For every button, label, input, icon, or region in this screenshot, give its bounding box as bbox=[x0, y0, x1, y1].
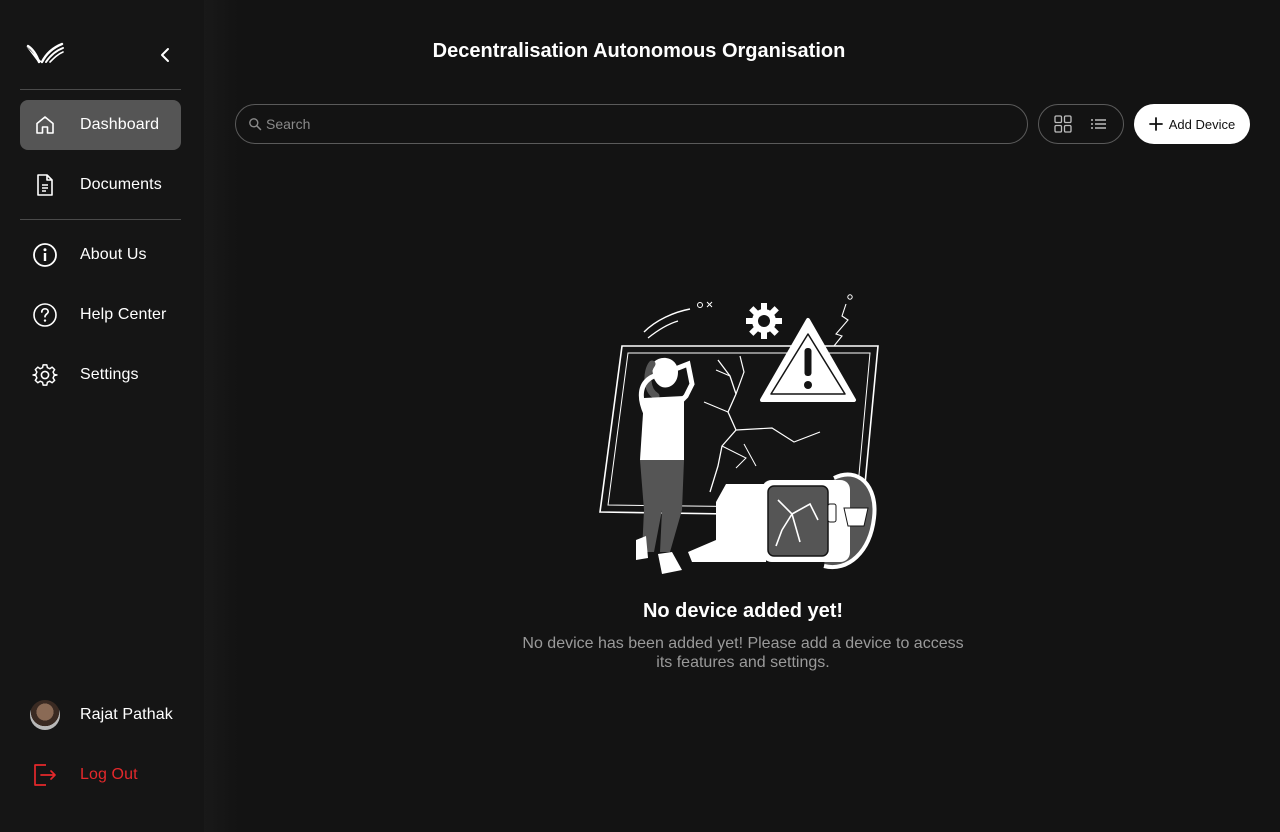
sidebar-divider bbox=[20, 89, 181, 90]
search-icon bbox=[249, 118, 262, 131]
sidebar-shadow bbox=[204, 0, 238, 832]
list-view-button[interactable] bbox=[1084, 109, 1114, 139]
add-device-button[interactable]: Add Device bbox=[1134, 104, 1250, 144]
sidebar-divider bbox=[20, 219, 181, 220]
plus-icon bbox=[1148, 117, 1163, 131]
logout-icon bbox=[32, 762, 58, 788]
avatar bbox=[30, 700, 60, 730]
sidebar-item-help-center[interactable]: Help Center bbox=[20, 290, 181, 340]
sidebar-item-dashboard[interactable]: Dashboard bbox=[20, 100, 181, 150]
sidebar-item-label: About Us bbox=[80, 246, 147, 263]
sidebar-item-label: Documents bbox=[80, 176, 162, 193]
broken-device-illustration bbox=[599, 294, 879, 574]
logo-wings-icon bbox=[26, 42, 64, 64]
empty-state-description: No device has been added yet! Please add… bbox=[522, 635, 964, 671]
sidebar-item-documents[interactable]: Documents bbox=[20, 160, 181, 210]
sidebar-item-label: Settings bbox=[80, 366, 139, 383]
sidebar: Dashboard Documents About Us Help Center… bbox=[0, 0, 204, 832]
page-title: Decentralisation Autonomous Organisation bbox=[432, 40, 846, 62]
document-icon bbox=[32, 172, 58, 198]
collapse-sidebar-button[interactable] bbox=[154, 44, 176, 66]
sidebar-item-label: Help Center bbox=[80, 306, 167, 323]
logout-label: Log Out bbox=[80, 766, 138, 783]
grid-icon bbox=[1054, 115, 1072, 133]
home-icon bbox=[32, 112, 58, 138]
list-icon bbox=[1091, 119, 1106, 129]
empty-state-title: No device added yet! bbox=[642, 600, 844, 622]
search-bar[interactable] bbox=[235, 104, 1028, 144]
logout-button[interactable]: Log Out bbox=[20, 750, 181, 800]
sidebar-item-label: Dashboard bbox=[80, 116, 160, 133]
help-icon bbox=[32, 302, 58, 328]
info-icon bbox=[32, 242, 58, 268]
gear-icon bbox=[32, 362, 58, 388]
grid-view-button[interactable] bbox=[1048, 109, 1078, 139]
sidebar-item-settings[interactable]: Settings bbox=[20, 350, 181, 400]
chevron-left-icon bbox=[161, 48, 169, 62]
view-mode-toggle bbox=[1038, 104, 1124, 144]
search-input[interactable] bbox=[266, 116, 1027, 132]
user-name: Rajat Pathak bbox=[80, 706, 173, 723]
user-profile[interactable]: Rajat Pathak bbox=[20, 690, 181, 740]
sidebar-item-about-us[interactable]: About Us bbox=[20, 230, 181, 280]
add-device-label: Add Device bbox=[1168, 116, 1236, 132]
